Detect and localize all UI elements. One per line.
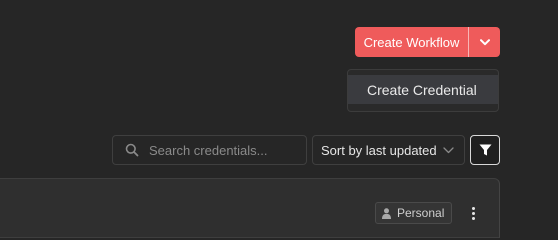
chevron-down-icon: [479, 38, 490, 45]
sort-select[interactable]: Sort by last updated: [312, 135, 465, 165]
filter-button[interactable]: [470, 135, 500, 165]
credential-card: Personal: [0, 178, 500, 238]
create-workflow-button[interactable]: Create Workflow: [355, 27, 469, 57]
menu-item-create-credential[interactable]: Create Credential: [348, 75, 498, 104]
user-icon: [382, 207, 391, 219]
ownership-badge-label: Personal: [397, 206, 445, 220]
search-input[interactable]: [149, 142, 299, 158]
create-options-toggle[interactable]: [469, 27, 500, 57]
search-icon: [125, 143, 139, 157]
credentials-page: Create Workflow Create Credential Sort b…: [0, 0, 558, 238]
sort-select-value: Sort by last updated: [321, 142, 437, 158]
create-options-menu: Create Credential: [347, 69, 499, 112]
search-field: [112, 135, 307, 165]
ownership-badge: Personal: [375, 202, 453, 224]
create-split-button: Create Workflow: [355, 27, 500, 57]
kebab-menu-icon[interactable]: [466, 202, 480, 224]
filter-icon: [479, 144, 491, 156]
chevron-down-icon: [443, 146, 454, 154]
